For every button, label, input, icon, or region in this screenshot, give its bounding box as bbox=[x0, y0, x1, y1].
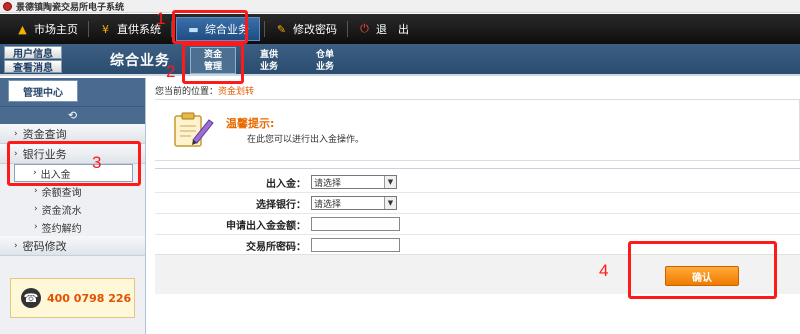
sidebar-item-balance-query[interactable]: › 余额查询 bbox=[0, 182, 145, 200]
field-label-bank: 选择银行： bbox=[256, 199, 306, 211]
tip-text: 在此您可以进行出入金操作。 bbox=[247, 135, 365, 145]
chevron-right-icon: › bbox=[14, 240, 18, 251]
annotation-number-2: 2 bbox=[166, 62, 176, 81]
key-icon: ✎ bbox=[276, 22, 287, 36]
management-center-tab[interactable]: 管理中心 bbox=[8, 80, 78, 102]
field-label-password: 交易所密码： bbox=[246, 241, 306, 253]
annotation-number-3: 3 bbox=[92, 153, 102, 172]
chevron-right-icon: › bbox=[34, 222, 38, 232]
title-bar: 景德镇陶瓷交易所电子系统 bbox=[0, 0, 800, 13]
power-icon: ⏻ bbox=[360, 22, 369, 35]
nav-comprehensive[interactable]: ▬ 综合业务 bbox=[176, 17, 260, 41]
nav-market-home[interactable]: ▲ 市场主页 bbox=[6, 14, 88, 44]
chevron-right-icon: › bbox=[14, 128, 18, 139]
section-title: 综合业务 bbox=[110, 53, 170, 69]
annotation-number-1: 1 bbox=[156, 9, 166, 28]
chevron-right-icon: › bbox=[14, 148, 18, 159]
sidebar-item-fund-flow[interactable]: › 资金流水 bbox=[0, 200, 145, 218]
app-logo-icon bbox=[3, 1, 12, 11]
chevron-right-icon: › bbox=[34, 186, 38, 196]
phone-icon: ☎ bbox=[21, 288, 41, 308]
clipboard-pencil-icon bbox=[174, 112, 214, 147]
sidebar-group-password-change[interactable]: › 密码修改 bbox=[0, 236, 145, 256]
annotation-number-4: 4 bbox=[599, 261, 609, 280]
tip-box: 温馨提示: 在此您可以进行出入金操作。 bbox=[155, 99, 800, 161]
password-input[interactable] bbox=[311, 238, 400, 252]
hotline-number: 400 0798 226 bbox=[47, 291, 132, 305]
bank-select[interactable]: 请选择 ▼ bbox=[311, 196, 397, 210]
chevron-down-icon: ▼ bbox=[384, 176, 396, 188]
sidebar-item-deposit-withdraw[interactable]: › 出入金 bbox=[14, 164, 133, 182]
view-messages-button[interactable]: 查看消息 bbox=[4, 60, 62, 74]
tab-warehouse-receipt-business[interactable]: 仓单 业务 bbox=[302, 47, 348, 74]
breadcrumb-current[interactable]: 资金划转 bbox=[218, 87, 254, 97]
top-nav: ▲ 市场主页 ¥ 直供系统 ▬ 综合业务 ✎ 修改密码 ⏻ 退 出 bbox=[0, 14, 800, 44]
home-icon: ▲ bbox=[18, 22, 27, 36]
user-info-button[interactable]: 用户信息 bbox=[4, 46, 62, 60]
field-label-amount: 申请出入金金额： bbox=[226, 220, 306, 232]
sidebar-item-sign-cancel[interactable]: › 签约解约 bbox=[0, 218, 145, 236]
direction-select[interactable]: 请选择 ▼ bbox=[311, 175, 397, 189]
tip-title: 温馨提示: bbox=[226, 117, 275, 130]
tab-fund-management[interactable]: 资金 管理 bbox=[190, 47, 236, 74]
yen-icon: ¥ bbox=[102, 22, 109, 36]
nav-logout[interactable]: ⏻ 退 出 bbox=[348, 14, 419, 44]
amount-input[interactable] bbox=[311, 217, 400, 231]
nav-change-password[interactable]: ✎ 修改密码 bbox=[265, 14, 347, 44]
refresh-icon[interactable]: ⟲ bbox=[68, 109, 77, 122]
hotline-box: ☎ 400 0798 226 bbox=[10, 278, 135, 318]
cart-icon: ▬ bbox=[188, 22, 199, 36]
breadcrumb: 您当前的位置：资金划转 bbox=[155, 87, 255, 97]
window-title: 景德镇陶瓷交易所电子系统 bbox=[16, 2, 125, 13]
sidebar-group-bank-business[interactable]: › 银行业务 bbox=[0, 144, 145, 164]
sidebar: 管理中心 ⟲ › 资金查询 › 银行业务 › 出入金 › 余额查询 › 资金流水… bbox=[0, 78, 146, 334]
sub-bar: 用户信息 查看消息 综合业务 资金 管理 直供 业务 仓单 业务 bbox=[0, 44, 800, 76]
sidebar-group-fund-query[interactable]: › 资金查询 bbox=[0, 124, 145, 144]
chevron-right-icon: › bbox=[33, 168, 37, 178]
chevron-right-icon: › bbox=[34, 204, 38, 214]
field-label-direction: 出入金： bbox=[266, 178, 306, 190]
chevron-down-icon: ▼ bbox=[384, 197, 396, 209]
tab-direct-supply-business[interactable]: 直供 业务 bbox=[246, 47, 292, 74]
confirm-button[interactable]: 确认 bbox=[665, 266, 739, 286]
deposit-withdraw-form: 出入金： 请选择 ▼ 选择银行： 请选择 ▼ 申请出入金金额： 交易所密码： 确… bbox=[155, 168, 800, 334]
